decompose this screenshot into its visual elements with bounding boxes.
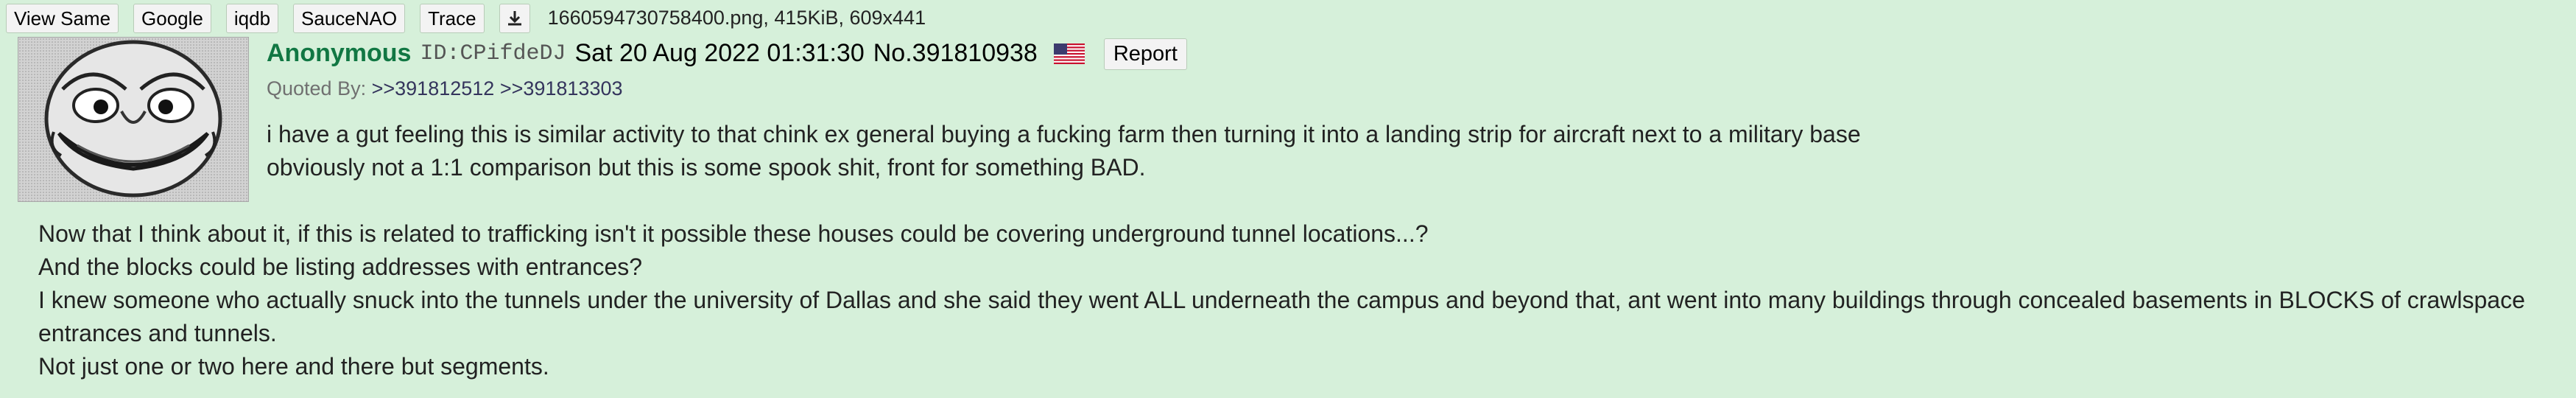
post-date: Sat 20 Aug 2022 01:31:30 (574, 39, 865, 68)
file-info-link[interactable]: 1660594730758400.png, 415KiB, 609x441 (548, 4, 926, 32)
troll-face-image (18, 38, 248, 201)
google-button[interactable]: Google (133, 4, 211, 33)
view-same-button[interactable]: View Same (6, 4, 119, 33)
post-number[interactable]: No.391810938 (873, 36, 1038, 71)
post-thumbnail[interactable] (18, 37, 249, 202)
report-button[interactable]: Report (1103, 38, 1187, 70)
us-flag-icon (1053, 43, 1085, 64)
post-text-line: i have a gut feeling this is similar act… (267, 121, 1861, 147)
trace-button[interactable]: Trace (420, 4, 485, 33)
post-text-line: I knew someone who actually snuck into t… (38, 287, 2525, 313)
quoted-by-line: Quoted By: >>391812512 >>391813303 (267, 75, 623, 103)
download-button[interactable] (499, 4, 530, 33)
image-toolbar: View Same Google iqdb SauceNAO Trace 166… (6, 3, 926, 34)
poster-name: Anonymous (267, 39, 412, 68)
post-body-top: i have a gut feeling this is similar act… (267, 118, 1861, 184)
post-text-line: And the blocks could be listing addresse… (38, 254, 643, 280)
poster-id[interactable]: ID:CPifdeDJ (420, 38, 566, 69)
post-text-line: Not just one or two here and there but s… (38, 353, 549, 380)
post-body-bottom: Now that I think about it, if this is re… (38, 217, 2525, 383)
post-header: Anonymous ID:CPifdeDJ Sat 20 Aug 2022 01… (267, 37, 1187, 71)
iqdb-button[interactable]: iqdb (225, 4, 279, 33)
post-text-line: Now that I think about it, if this is re… (38, 220, 1429, 247)
quote-link[interactable]: >>391813303 (500, 77, 623, 100)
post-text-line: obviously not a 1:1 comparison but this … (267, 154, 1146, 181)
download-icon (507, 11, 521, 26)
quote-link[interactable]: >>391812512 (372, 77, 495, 100)
saucenao-button[interactable]: SauceNAO (293, 4, 406, 33)
quoted-by-label: Quoted By: (267, 77, 367, 100)
post-text-line: entrances and tunnels. (38, 320, 277, 346)
